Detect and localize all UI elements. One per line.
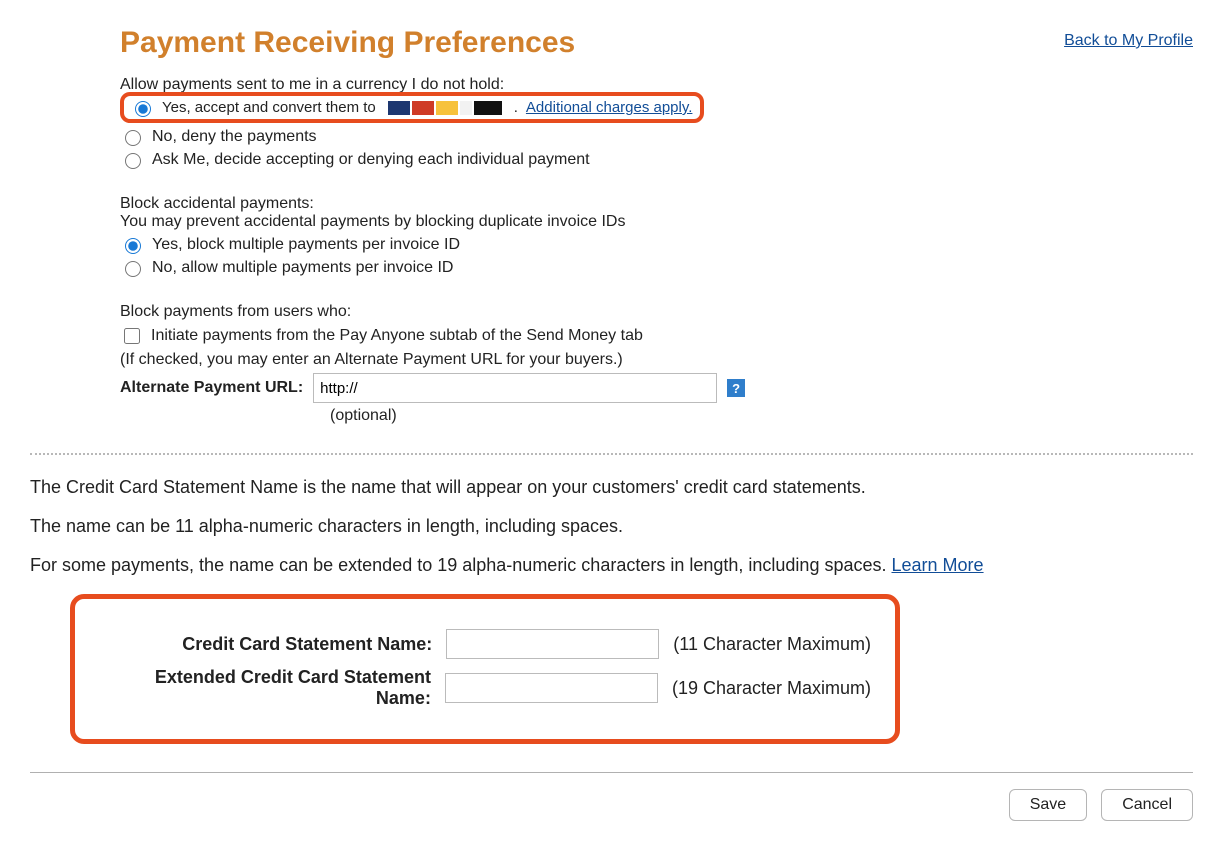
cc-desc-p3-text: For some payments, the name can be exten… bbox=[30, 555, 892, 575]
cc-ext-name-input[interactable] bbox=[445, 673, 658, 703]
block-pay-anyone-label: Initiate payments from the Pay Anyone su… bbox=[151, 327, 643, 345]
back-to-profile-link[interactable]: Back to My Profile bbox=[1064, 32, 1193, 50]
accidental-no-radio[interactable] bbox=[125, 261, 141, 277]
block-pay-anyone-checkbox[interactable] bbox=[124, 328, 140, 344]
help-icon[interactable]: ? bbox=[727, 379, 745, 397]
accidental-subtitle: You may prevent accidental payments by b… bbox=[120, 213, 1140, 231]
currency-no-radio[interactable] bbox=[125, 130, 141, 146]
cc-ext-name-label: Extended Credit Card Statement Name: bbox=[99, 667, 431, 709]
page-title: Payment Receiving Preferences bbox=[120, 26, 575, 60]
additional-charges-link[interactable]: Additional charges apply. bbox=[526, 99, 693, 116]
page: Payment Receiving Preferences Back to My… bbox=[0, 0, 1223, 851]
divider-solid bbox=[30, 772, 1193, 773]
redacted-currency bbox=[388, 101, 502, 115]
cc-name-label: Credit Card Statement Name: bbox=[99, 634, 432, 655]
alternate-url-row: Alternate Payment URL: ? bbox=[120, 373, 1140, 403]
accidental-title: Block accidental payments: bbox=[120, 195, 1140, 213]
alternate-url-optional: (optional) bbox=[330, 407, 1140, 425]
cc-desc-p2: The name can be 11 alpha-numeric charact… bbox=[30, 516, 1193, 537]
divider-dotted bbox=[30, 453, 1193, 455]
highlight-currency-option: Yes, accept and convert them to . Additi… bbox=[120, 92, 704, 123]
currency-no-label: No, deny the payments bbox=[152, 128, 317, 146]
currency-section: Allow payments sent to me in a currency … bbox=[120, 76, 1140, 425]
currency-yes-label: Yes, accept and convert them to bbox=[162, 99, 376, 116]
highlight-cc-fields: Credit Card Statement Name: (11 Characte… bbox=[70, 594, 900, 744]
learn-more-link[interactable]: Learn More bbox=[892, 555, 984, 575]
alternate-url-input[interactable] bbox=[313, 373, 717, 403]
cc-ext-name-note: (19 Character Maximum) bbox=[672, 678, 871, 699]
cc-desc-p1: The Credit Card Statement Name is the na… bbox=[30, 477, 1193, 498]
block-users-hint: (If checked, you may enter an Alternate … bbox=[120, 351, 1140, 369]
accidental-no-label: No, allow multiple payments per invoice … bbox=[152, 259, 453, 277]
currency-ask-radio[interactable] bbox=[125, 153, 141, 169]
accidental-yes-radio[interactable] bbox=[125, 238, 141, 254]
header: Payment Receiving Preferences Back to My… bbox=[30, 20, 1193, 72]
currency-ask-label: Ask Me, decide accepting or denying each… bbox=[152, 151, 590, 169]
block-users-title: Block payments from users who: bbox=[120, 303, 1140, 321]
cc-desc-p3: For some payments, the name can be exten… bbox=[30, 555, 1193, 576]
alternate-url-label: Alternate Payment URL: bbox=[120, 379, 303, 397]
cancel-button[interactable]: Cancel bbox=[1101, 789, 1193, 821]
save-button[interactable]: Save bbox=[1009, 789, 1087, 821]
cc-name-input[interactable] bbox=[446, 629, 659, 659]
button-row: Save Cancel bbox=[30, 789, 1193, 821]
currency-yes-radio[interactable] bbox=[135, 101, 151, 117]
cc-name-note: (11 Character Maximum) bbox=[673, 634, 871, 655]
cc-description: The Credit Card Statement Name is the na… bbox=[30, 477, 1193, 576]
accidental-yes-label: Yes, block multiple payments per invoice… bbox=[152, 236, 460, 254]
